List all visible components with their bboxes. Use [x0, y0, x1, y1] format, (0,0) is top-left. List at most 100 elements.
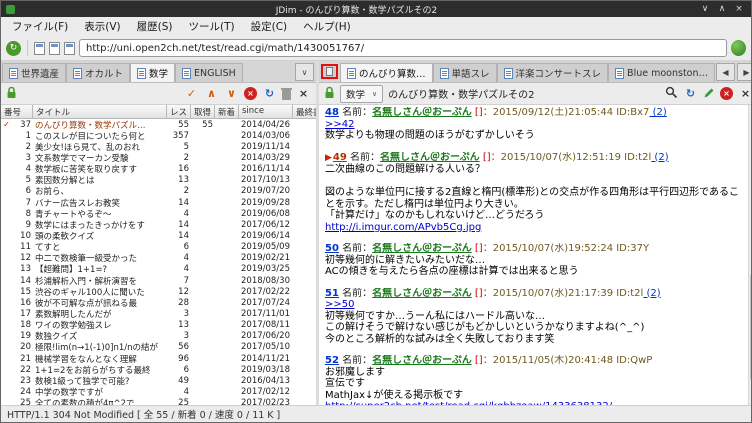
post-header: ▶49 名前：名無しさん＠おーぷん []：2015/10/07(水)12:51:…	[325, 152, 742, 165]
poster-name-link[interactable]: 名無しさん＠おーぷん	[372, 288, 472, 299]
thread-tab-bar: のんびり算数… 単語スレ 洋楽コンサートスレ Blue moonston… ◀ ▶	[319, 61, 751, 83]
tab-scroll-left-icon[interactable]: ◀	[716, 63, 735, 81]
table-row[interactable]: 16 彼が不可解な点が訊ねる最 28 2017/07/24	[1, 297, 316, 309]
close-board-icon[interactable]: ×	[296, 87, 311, 101]
lock-icon[interactable]	[324, 84, 335, 103]
thread-view-icon[interactable]	[64, 41, 75, 55]
post-count-link[interactable]: (2)	[649, 107, 667, 118]
board-tab[interactable]: オカルト	[66, 63, 131, 82]
poster-name-link[interactable]: 名無しさん＠おーぷん	[372, 243, 472, 254]
column-header[interactable]: since	[239, 105, 293, 119]
menu-item[interactable]: ヘルプ(H)	[295, 17, 359, 36]
menu-item[interactable]: 表示(V)	[76, 17, 128, 36]
poster-name-link[interactable]: 名無しさん＠おーぷん	[380, 152, 480, 163]
table-row[interactable]: 13 【超難問】1+1=? 4 2019/03/25	[1, 264, 316, 275]
thread-tab[interactable]: 洋楽コンサートスレ	[496, 63, 609, 82]
reload-board-icon[interactable]: ↻	[262, 87, 277, 101]
check-update-icon[interactable]: ✓	[184, 87, 199, 101]
column-header[interactable]: 最終書込	[293, 105, 316, 119]
menu-item[interactable]: ファイル(F)	[4, 17, 76, 36]
table-row[interactable]: ✓ 37 のんびり算数・数学パズル… 55 55 2014/04/26	[1, 119, 316, 131]
poster-name-link[interactable]: 名無しさん＠おーぷん	[372, 355, 472, 366]
open-url-button[interactable]	[731, 40, 746, 56]
table-row[interactable]: 18 ワイの数学勉強スレ 13 2017/08/11	[1, 320, 316, 331]
row-res-count: 6	[183, 242, 189, 253]
close-window-icon[interactable]: ×	[732, 4, 746, 14]
stop-x-glyph: ×	[723, 89, 730, 98]
menu-item[interactable]: 設定(C)	[243, 17, 296, 36]
table-row[interactable]: 20 極限!lim(n→1(-1)0]n1/nの結が 56 2017/05/10	[1, 342, 316, 353]
pane-switch-icon-highlighted[interactable]	[321, 64, 338, 79]
lock-icon[interactable]	[6, 84, 17, 103]
column-header[interactable]: タイトル	[33, 105, 167, 119]
url-input[interactable]	[79, 39, 727, 57]
delete-icon[interactable]	[281, 87, 292, 100]
board-tab[interactable]: 数学	[130, 63, 176, 82]
thread-list-view-icon[interactable]	[49, 41, 60, 55]
table-row[interactable]: 25 全ての素数の積が4π^2で 25 2017/02/23	[1, 398, 316, 405]
table-row[interactable]: 19 数独クイズ 3 2017/06/20	[1, 331, 316, 342]
post-number-link[interactable]: 51	[325, 288, 339, 299]
post-number-link[interactable]: 50	[325, 243, 339, 254]
board-tab[interactable]: ENGLISH	[175, 63, 243, 82]
close-thread-icon[interactable]: ×	[738, 87, 751, 101]
minimize-icon[interactable]: ∨	[698, 4, 712, 14]
write-post-icon[interactable]	[703, 84, 715, 103]
column-header[interactable]: 新着	[215, 105, 239, 119]
thread-scrollbar[interactable]	[748, 105, 751, 405]
thread-tab[interactable]: Blue moonston…	[608, 63, 715, 82]
table-row[interactable]: 11 てすと 6 2019/05/09	[1, 242, 316, 253]
thread-tab[interactable]: 単語スレ	[432, 63, 497, 82]
post-body-link[interactable]: http://i.imgur.com/APvb5Cg.jpg	[325, 222, 481, 233]
table-row[interactable]: 17 素数解明したんだが 3 2017/11/01	[1, 308, 316, 320]
post-body-link[interactable]: >>42	[325, 119, 354, 130]
post-number-link[interactable]: 52	[325, 355, 339, 366]
poster-name-link[interactable]: 名無しさん＠おーぷん	[372, 107, 472, 118]
table-row[interactable]: 22 1+1=2をお前らがちする最終 6 2019/03/18	[1, 364, 316, 376]
menu-item[interactable]: 履歴(S)	[129, 17, 181, 36]
maximize-icon[interactable]: ∧	[715, 4, 729, 14]
column-header[interactable]: 取得	[191, 105, 215, 119]
column-header[interactable]: 番号	[1, 105, 33, 119]
board-tab-bar: 世界遺産 オカルト 数学 ENGLISH ∨	[1, 61, 316, 83]
table-row[interactable]: 4 数学板に苦笑を取り戻すす 16 2016/11/14	[1, 164, 316, 175]
scroll-up-icon[interactable]: ∧	[204, 87, 219, 101]
tab-scroll-right-icon[interactable]: ▶	[737, 63, 751, 81]
table-row[interactable]: 14 杉浦解析入門・解析演習を 7 2018/08/30	[1, 275, 316, 287]
menu-item[interactable]: ツール(T)	[180, 17, 242, 36]
search-icon[interactable]	[665, 84, 678, 103]
table-row[interactable]: 9 数学にはまったきっかけをす 14 2017/06/12	[1, 219, 316, 231]
post-count-link[interactable]: (2)	[651, 152, 668, 163]
table-row[interactable]: 10 頭の柔軟クイズ 14 2019/06/14	[1, 230, 316, 242]
table-row[interactable]: 5 素因数分解とは 13 2017/10/13	[1, 175, 316, 186]
reload-thread-icon[interactable]: ↻	[683, 87, 698, 101]
post-count-link[interactable]: (2)	[643, 288, 661, 299]
table-row[interactable]: 8 青チャートやるぞ〜 4 2019/06/08	[1, 208, 316, 220]
scroll-down-icon[interactable]: ∨	[224, 87, 239, 101]
post-body-link[interactable]: >>50	[325, 299, 354, 310]
table-row[interactable]: 1 このスレが目についたら何と 357 2014/03/06	[1, 130, 316, 142]
post-number-link[interactable]: 48	[325, 107, 339, 118]
table-row[interactable]: 2 美少女!ほら見て、乱のおれ 5 2019/11/14	[1, 141, 316, 153]
tab-list-dropdown-icon[interactable]: ∨	[295, 63, 314, 81]
table-row[interactable]: 23 数検1級って独学で可能? 49 2016/04/13	[1, 375, 316, 387]
thread-tab[interactable]: のんびり算数…	[340, 63, 433, 82]
board-tab[interactable]: 世界遺産	[2, 63, 67, 82]
row-res-count: 56	[178, 342, 189, 353]
post-number-link[interactable]: 49	[333, 152, 347, 163]
table-row[interactable]: 15 渋谷のギャル100人に聞いた 12 2017/02/22	[1, 286, 316, 298]
table-row[interactable]: 12 中二で数検筆一級受かった 4 2019/02/21	[1, 253, 316, 264]
table-row[interactable]: 6 お前ら、 2 2019/07/20	[1, 186, 316, 197]
table-row[interactable]: 7 バナー広告スレお教笑 14 2019/09/28	[1, 197, 316, 209]
main-toolbar: ↻	[1, 36, 751, 60]
stop-icon[interactable]: ×	[720, 87, 733, 100]
column-header[interactable]: レス	[167, 105, 191, 119]
table-row[interactable]: 3 文系数学でマーカン受験 2 2014/03/29	[1, 152, 316, 164]
refresh-icon[interactable]: ↻	[6, 40, 21, 56]
post-body-text: 初等幾何ですか…うーん私にはハードル高いな…	[325, 310, 545, 322]
table-row[interactable]: 21 機械学習をなんとなく理解 96 2014/11/21	[1, 353, 316, 365]
stop-icon[interactable]: ×	[244, 87, 257, 100]
board-list-view-icon[interactable]	[34, 41, 45, 55]
board-select[interactable]: 数学 ∨	[340, 84, 384, 103]
table-row[interactable]: 24 中学の数学ですが 4 2017/02/12	[1, 386, 316, 398]
